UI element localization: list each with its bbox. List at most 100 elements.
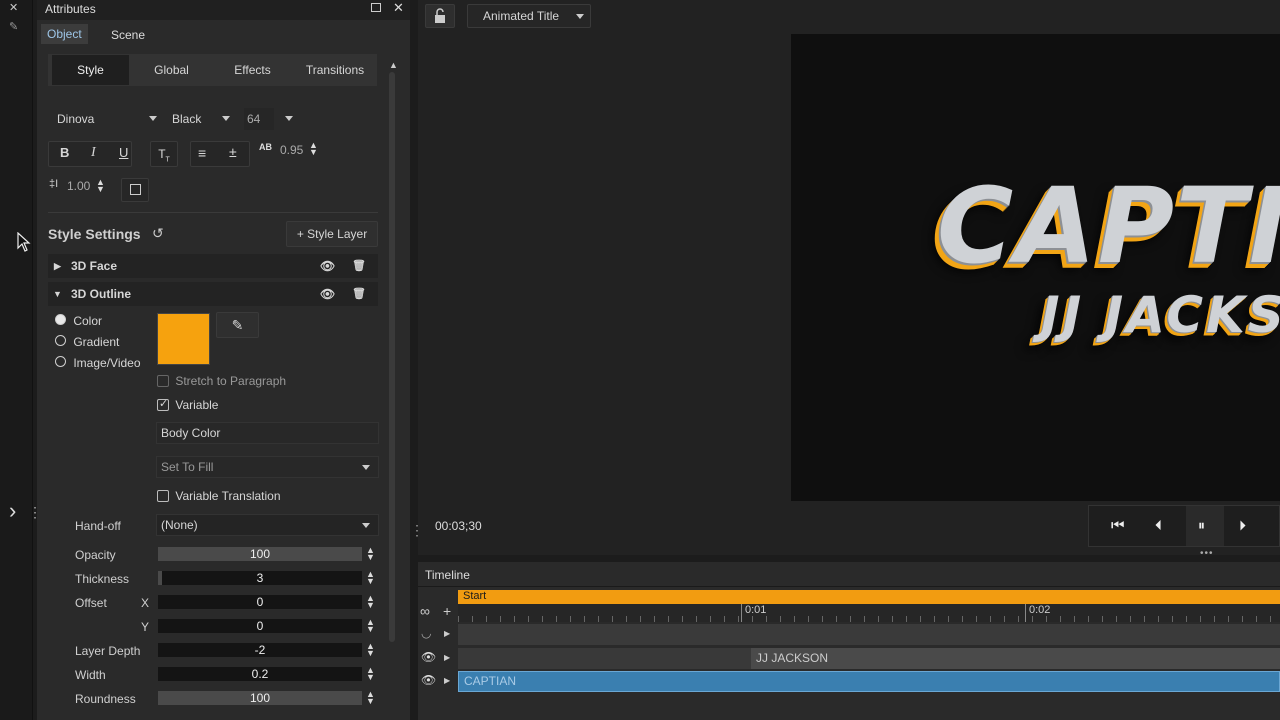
text-box-button[interactable] bbox=[121, 178, 149, 202]
leading-stepper[interactable]: ▲ ▼ bbox=[96, 178, 105, 194]
transport-controls: ⏮ ⏴ ⏸ ⏵ bbox=[1088, 505, 1280, 547]
param-slider[interactable]: 0.2 bbox=[158, 667, 362, 681]
timeline-panel: Timeline Start 0:01 0:02 ∞ + ◡ ▶ JJ JACK… bbox=[418, 562, 1280, 720]
trash-icon[interactable]: 🗑 bbox=[352, 282, 366, 306]
subtab-effects[interactable]: Effects bbox=[214, 55, 291, 85]
param-stepper[interactable]: ▲ ▼ bbox=[366, 570, 375, 586]
pause-button[interactable]: ⏸ bbox=[1186, 506, 1224, 546]
underline-button[interactable]: U bbox=[119, 145, 128, 160]
close-icon[interactable]: ✕ bbox=[9, 1, 18, 14]
title-dropdown[interactable]: Animated Title bbox=[467, 4, 591, 28]
timeline-clip-selected[interactable]: CAPTIAN bbox=[458, 671, 1280, 692]
checkbox-checked: ✓ bbox=[157, 398, 169, 411]
link-icon[interactable]: ∞ bbox=[420, 603, 430, 619]
layer-row-3d-face[interactable]: ▶ 3D Face 👁 🗑 bbox=[48, 254, 378, 278]
param-slider[interactable]: 0 bbox=[158, 619, 362, 633]
step-forward-icon[interactable]: ⏵ bbox=[1239, 517, 1246, 534]
italic-button[interactable]: I bbox=[91, 145, 96, 161]
divider bbox=[418, 586, 1280, 587]
expand-icon[interactable]: ▶ bbox=[54, 254, 61, 278]
param-stepper[interactable]: ▲ ▼ bbox=[366, 546, 375, 562]
panel-scrollbar[interactable] bbox=[389, 72, 395, 642]
radio-image-video[interactable]: Image/Video bbox=[55, 356, 141, 370]
handoff-dropdown[interactable]: (None) bbox=[156, 514, 379, 536]
drag-handle-icon[interactable]: ⋮ bbox=[410, 522, 424, 539]
start-marker-bar[interactable]: Start bbox=[458, 590, 1280, 604]
caption-subtitle-text[interactable]: JJ JACKS bbox=[1041, 290, 1280, 340]
add-style-layer-button[interactable]: + Style Layer bbox=[286, 221, 378, 247]
color-swatch[interactable] bbox=[157, 313, 210, 365]
radio-label: Image/Video bbox=[73, 356, 141, 370]
align-center-icon[interactable]: ≡ bbox=[198, 145, 206, 161]
lock-button[interactable] bbox=[425, 4, 455, 28]
scroll-up-icon[interactable]: ▲ bbox=[389, 60, 398, 70]
radio-color[interactable]: Color bbox=[55, 314, 102, 328]
float-panel-icon[interactable] bbox=[371, 3, 381, 12]
leading-icon: ‡I bbox=[49, 178, 59, 190]
expand-icon[interactable]: ▶ bbox=[444, 653, 450, 662]
layer-row-3d-outline[interactable]: ▼ 3D Outline 👁 🗑 bbox=[48, 282, 378, 306]
expand-icon[interactable]: ▶ bbox=[444, 676, 450, 685]
timeline-clip[interactable]: JJ JACKSON bbox=[751, 648, 1280, 669]
radio-label: Color bbox=[73, 314, 103, 328]
caption-title-text[interactable]: CAPTI bbox=[937, 174, 1280, 278]
variable-checkbox[interactable]: ✓ Variable bbox=[157, 398, 218, 412]
font-family-dropdown[interactable]: Dinova bbox=[57, 108, 94, 130]
param-slider[interactable]: 0 bbox=[158, 595, 362, 609]
param-stepper[interactable]: ▲ ▼ bbox=[366, 594, 375, 610]
tracking-stepper[interactable]: ▲ ▼ bbox=[309, 141, 318, 157]
vertical-align-icon[interactable]: ± bbox=[229, 144, 237, 160]
tracking-field[interactable]: 0.95 bbox=[280, 143, 303, 157]
tick-label: 0:02 bbox=[1029, 604, 1051, 616]
param-stepper[interactable]: ▲ ▼ bbox=[366, 618, 375, 634]
pin-icon[interactable]: ✎ bbox=[9, 20, 18, 33]
tab-object[interactable]: Object bbox=[41, 24, 88, 44]
set-to-value: Set To Fill bbox=[161, 460, 214, 474]
collapse-icon[interactable]: ▼ bbox=[53, 282, 62, 306]
font-weight-dropdown[interactable]: Black bbox=[172, 108, 201, 130]
leading-field[interactable]: 1.00 bbox=[67, 179, 90, 193]
expand-panel-icon[interactable]: › bbox=[9, 498, 16, 524]
param-stepper[interactable]: ▲ ▼ bbox=[366, 690, 375, 706]
param-label: Roundness bbox=[75, 692, 136, 706]
eye-icon[interactable]: 👁 bbox=[320, 254, 335, 278]
tab-scene[interactable]: Scene bbox=[105, 25, 151, 45]
eye-icon[interactable]: 👁 bbox=[421, 650, 436, 664]
param-label: Layer Depth bbox=[75, 644, 141, 658]
chevron-down-icon bbox=[362, 465, 370, 470]
eye-icon[interactable]: 👁 bbox=[320, 282, 335, 306]
timeline-track-empty[interactable] bbox=[458, 624, 1280, 645]
checkbox-label: Stretch to Paragraph bbox=[175, 374, 287, 388]
close-panel-icon[interactable]: ✕ bbox=[393, 0, 404, 16]
subtab-global[interactable]: Global bbox=[133, 55, 210, 85]
add-track-icon[interactable]: + bbox=[443, 603, 451, 619]
font-size-field[interactable]: 64 bbox=[244, 108, 274, 130]
trash-icon[interactable]: 🗑 bbox=[352, 254, 366, 278]
reset-icon[interactable]: ↺ bbox=[152, 225, 164, 242]
chevron-down-icon bbox=[149, 116, 157, 121]
param-stepper[interactable]: ▲ ▼ bbox=[366, 642, 375, 658]
param-slider[interactable]: 100 bbox=[158, 691, 362, 705]
more-icon[interactable]: ••• bbox=[1200, 548, 1214, 559]
param-slider[interactable]: 3 bbox=[158, 571, 362, 585]
checkbox bbox=[157, 490, 169, 502]
eye-icon[interactable]: 👁 bbox=[421, 673, 436, 687]
time-ruler[interactable]: 0:01 0:02 bbox=[458, 604, 1280, 622]
set-to-dropdown[interactable]: Set To Fill bbox=[156, 456, 379, 478]
subtab-transitions[interactable]: Transitions bbox=[295, 55, 375, 85]
subtab-style[interactable]: Style bbox=[52, 55, 129, 85]
param-stepper[interactable]: ▲ ▼ bbox=[366, 666, 375, 682]
step-back-icon[interactable]: ⏴ bbox=[1155, 517, 1162, 534]
param-slider[interactable]: -2 bbox=[158, 643, 362, 657]
eyedropper-button[interactable]: ✎ bbox=[216, 312, 259, 338]
stretch-to-paragraph-checkbox[interactable]: Stretch to Paragraph bbox=[157, 374, 286, 388]
variable-name-field[interactable]: Body Color bbox=[156, 422, 379, 444]
skip-to-start-icon[interactable]: ⏮ bbox=[1111, 517, 1125, 534]
radio-gradient[interactable]: Gradient bbox=[55, 335, 119, 349]
variable-translation-checkbox[interactable]: Variable Translation bbox=[157, 489, 281, 503]
bold-button[interactable]: B bbox=[60, 145, 69, 160]
expand-icon[interactable]: ▶ bbox=[444, 629, 450, 638]
param-slider[interactable]: 100 bbox=[158, 547, 362, 561]
hidden-eye-icon[interactable]: ◡ bbox=[421, 626, 431, 640]
text-case-button[interactable]: TT bbox=[150, 141, 178, 167]
